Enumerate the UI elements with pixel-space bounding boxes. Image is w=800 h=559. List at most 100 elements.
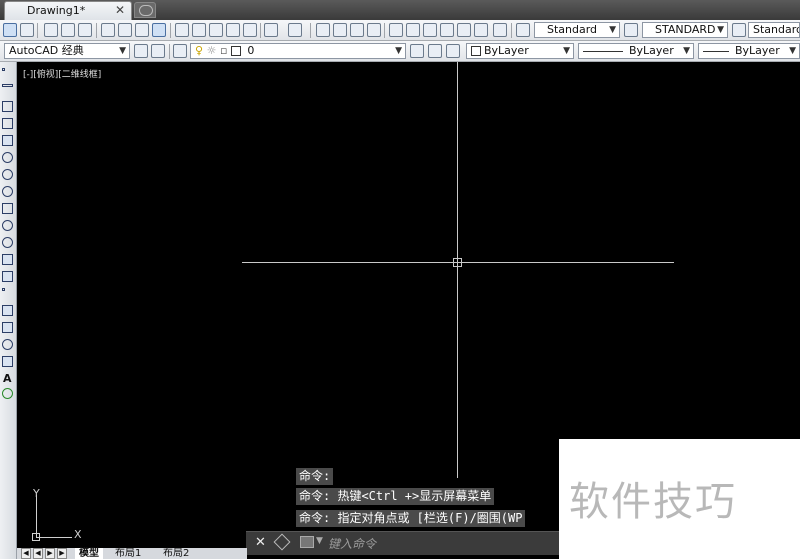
prev-layout-icon[interactable]: ◀: [33, 548, 43, 559]
zoom-window-icon[interactable]: [350, 23, 364, 37]
dim-style-select[interactable]: STANDARD ▼: [642, 22, 728, 38]
3d-dwf-icon[interactable]: [152, 23, 166, 37]
point-icon[interactable]: [2, 288, 5, 291]
last-layout-icon[interactable]: ▶: [57, 548, 67, 559]
copy-icon[interactable]: [192, 23, 206, 37]
hatch-icon[interactable]: [2, 305, 13, 316]
publish-icon[interactable]: [135, 23, 149, 37]
zoom-realtime-icon[interactable]: [333, 23, 347, 37]
chevron-down-icon: ▼: [717, 25, 724, 35]
tab-model[interactable]: 模型: [75, 548, 103, 559]
polyline-icon[interactable]: [2, 101, 13, 112]
plus-icon: [139, 5, 153, 16]
table-style-select[interactable]: Standard: [748, 22, 800, 38]
lock-icon: ▫: [219, 44, 228, 57]
quickcalc-icon[interactable]: [474, 23, 488, 37]
new-file-icon[interactable]: [44, 23, 58, 37]
insert-block-icon[interactable]: [2, 254, 13, 265]
color-swatch: [471, 46, 481, 56]
pickbox: [453, 258, 462, 267]
linetype-select[interactable]: ByLayer ▼: [578, 43, 694, 59]
table-style-icon[interactable]: [732, 23, 746, 37]
lineweight-sample: [703, 50, 729, 52]
color-select[interactable]: ByLayer ▼: [466, 43, 574, 59]
recent-commands-icon[interactable]: [300, 536, 314, 548]
chevron-down-icon: ▼: [563, 46, 570, 56]
close-icon[interactable]: ✕: [255, 535, 266, 550]
spline-icon[interactable]: [2, 203, 13, 214]
multiline-text-icon[interactable]: A: [3, 373, 14, 384]
wrench-icon[interactable]: [273, 533, 291, 551]
standard-toolbar: Standard ▼ STANDARD ▼ Standard: [0, 20, 800, 41]
cut-icon[interactable]: [175, 23, 189, 37]
new-icon[interactable]: [3, 23, 17, 37]
paste-icon[interactable]: [209, 23, 223, 37]
lightbulb-icon: ♀: [195, 44, 204, 57]
add-selected-icon[interactable]: [2, 388, 13, 399]
linetype-value: ByLayer: [629, 44, 674, 57]
chevron-down-icon: ▼: [119, 46, 126, 56]
table-style-value: Standard: [753, 23, 800, 36]
first-layout-icon[interactable]: ◀: [21, 548, 31, 559]
markup-icon[interactable]: [457, 23, 471, 37]
draw-toolbar: A: [0, 62, 17, 559]
design-center-icon[interactable]: [406, 23, 420, 37]
layer-previous-icon[interactable]: [428, 44, 442, 58]
text-style-icon[interactable]: [516, 23, 530, 37]
qnew-icon[interactable]: [20, 23, 34, 37]
gradient-icon[interactable]: [2, 322, 13, 333]
workspace-value: AutoCAD 经典: [9, 44, 84, 57]
ucs-y-label: Y: [33, 487, 40, 500]
plot-preview-icon[interactable]: [118, 23, 132, 37]
redo-icon[interactable]: [288, 23, 302, 37]
undo-icon[interactable]: [264, 23, 278, 37]
block-editor-icon[interactable]: [243, 23, 257, 37]
new-drawing-tab[interactable]: [134, 2, 156, 18]
open-icon[interactable]: [61, 23, 75, 37]
pan-icon[interactable]: [316, 23, 330, 37]
chevron-down-icon: ▼: [609, 25, 616, 35]
workspace-select[interactable]: AutoCAD 经典 ▼: [4, 43, 130, 59]
properties-icon[interactable]: [389, 23, 403, 37]
dim-style-icon[interactable]: [624, 23, 638, 37]
viewport-controls[interactable]: [-][俯视][二维线框]: [23, 67, 101, 80]
make-block-icon[interactable]: [2, 271, 13, 282]
layer-value: 0: [247, 44, 255, 57]
lineweight-select[interactable]: ByLayer ▼: [698, 43, 800, 59]
zoom-previous-icon[interactable]: [367, 23, 381, 37]
next-layout-icon[interactable]: ▶: [45, 548, 55, 559]
command-input[interactable]: 键入命令: [328, 535, 548, 552]
construction-line-icon[interactable]: [2, 84, 13, 87]
layer-select[interactable]: ♀ ☼ ▫ 0 ▼: [190, 43, 406, 59]
polygon-icon[interactable]: [2, 118, 13, 129]
match-properties-icon[interactable]: [226, 23, 240, 37]
make-current-layer-icon[interactable]: [410, 44, 424, 58]
layer-color-swatch: [230, 46, 241, 56]
save-icon[interactable]: [78, 23, 92, 37]
circle-icon[interactable]: [2, 169, 13, 180]
workspace-settings-icon[interactable]: [134, 44, 148, 58]
region-icon[interactable]: [2, 339, 13, 350]
revision-cloud-icon[interactable]: [2, 186, 13, 197]
tab-layout1[interactable]: 布局1: [111, 548, 145, 559]
plot-icon[interactable]: [101, 23, 115, 37]
layer-isolate-icon[interactable]: [446, 44, 460, 58]
layer-properties-icon[interactable]: [173, 44, 187, 58]
rectangle-icon[interactable]: [2, 135, 13, 146]
ellipse-icon[interactable]: [2, 220, 13, 231]
close-icon[interactable]: ✕: [115, 3, 125, 17]
document-tab[interactable]: Drawing1* ✕: [4, 1, 132, 20]
customize-icon[interactable]: [151, 44, 165, 58]
chevron-down-icon[interactable]: ▼: [316, 536, 323, 546]
line-icon[interactable]: [2, 68, 5, 71]
ellipse-arc-icon[interactable]: [2, 237, 13, 248]
arc-icon[interactable]: [2, 152, 13, 163]
sun-icon: ☼: [206, 44, 217, 57]
text-style-select[interactable]: Standard ▼: [534, 22, 620, 38]
table-icon[interactable]: [2, 356, 13, 367]
tool-palettes-icon[interactable]: [423, 23, 437, 37]
help-icon[interactable]: [493, 23, 507, 37]
sheet-set-icon[interactable]: [440, 23, 454, 37]
chevron-down-icon: ▼: [395, 46, 402, 56]
tab-layout2[interactable]: 布局2: [159, 548, 193, 559]
